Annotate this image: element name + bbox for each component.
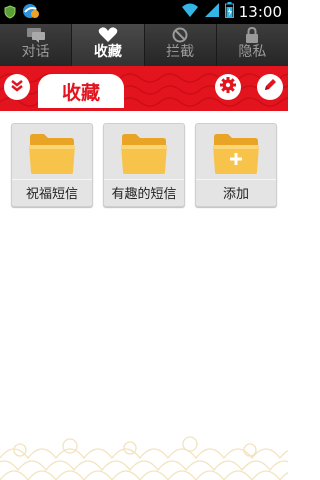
- shield-icon: [4, 4, 16, 23]
- app-notification-icon: [22, 3, 40, 23]
- edit-button[interactable]: [257, 74, 283, 100]
- lock-icon: [245, 26, 259, 43]
- tab-label: 拦截: [166, 44, 195, 60]
- folder-item[interactable]: 祝福短信: [11, 123, 93, 207]
- page-title: 收藏: [61, 81, 100, 104]
- folder-add-icon: [211, 131, 261, 179]
- tab-label: 对话: [21, 44, 50, 60]
- status-time: 13:00: [238, 3, 282, 21]
- folder-label: 有趣的短信: [111, 187, 177, 202]
- cloud-decoration: [0, 436, 288, 480]
- header-title-tab: 收藏: [38, 74, 124, 108]
- battery-icon: [224, 2, 234, 22]
- pencil-icon: [262, 77, 278, 97]
- favorites-header: 收藏: [0, 66, 288, 108]
- tab-conversation[interactable]: 对话: [0, 24, 73, 66]
- tab-favorites[interactable]: 收藏: [72, 24, 145, 66]
- tab-block[interactable]: 拦截: [145, 24, 217, 66]
- heart-icon: [98, 27, 118, 43]
- folder-icon: [27, 131, 77, 179]
- double-chevron-down-icon: [10, 78, 24, 97]
- folder-divider: [104, 179, 184, 180]
- signal-icon: [204, 2, 220, 22]
- folder-item[interactable]: 有趣的短信: [103, 123, 185, 207]
- folder-icon: [119, 131, 169, 179]
- add-folder-button[interactable]: 添加: [195, 123, 277, 207]
- expand-button[interactable]: [4, 74, 30, 100]
- chat-icon: [25, 27, 47, 43]
- gear-icon: [219, 76, 237, 98]
- tab-label: 隐私: [238, 44, 267, 60]
- settings-button[interactable]: [215, 74, 241, 100]
- wifi-icon: [181, 2, 199, 22]
- folder-label: 添加: [222, 187, 249, 202]
- folder-divider: [12, 179, 92, 180]
- tab-privacy[interactable]: 隐私: [217, 24, 288, 66]
- block-icon: [172, 27, 188, 43]
- tab-label: 收藏: [93, 44, 122, 60]
- folder-label: 祝福短信: [25, 187, 78, 202]
- folder-divider: [196, 179, 276, 180]
- status-bar: 13:00: [0, 0, 288, 24]
- tab-bar: 对话 收藏 拦截 隐私: [0, 24, 288, 66]
- header-divider: [0, 108, 288, 111]
